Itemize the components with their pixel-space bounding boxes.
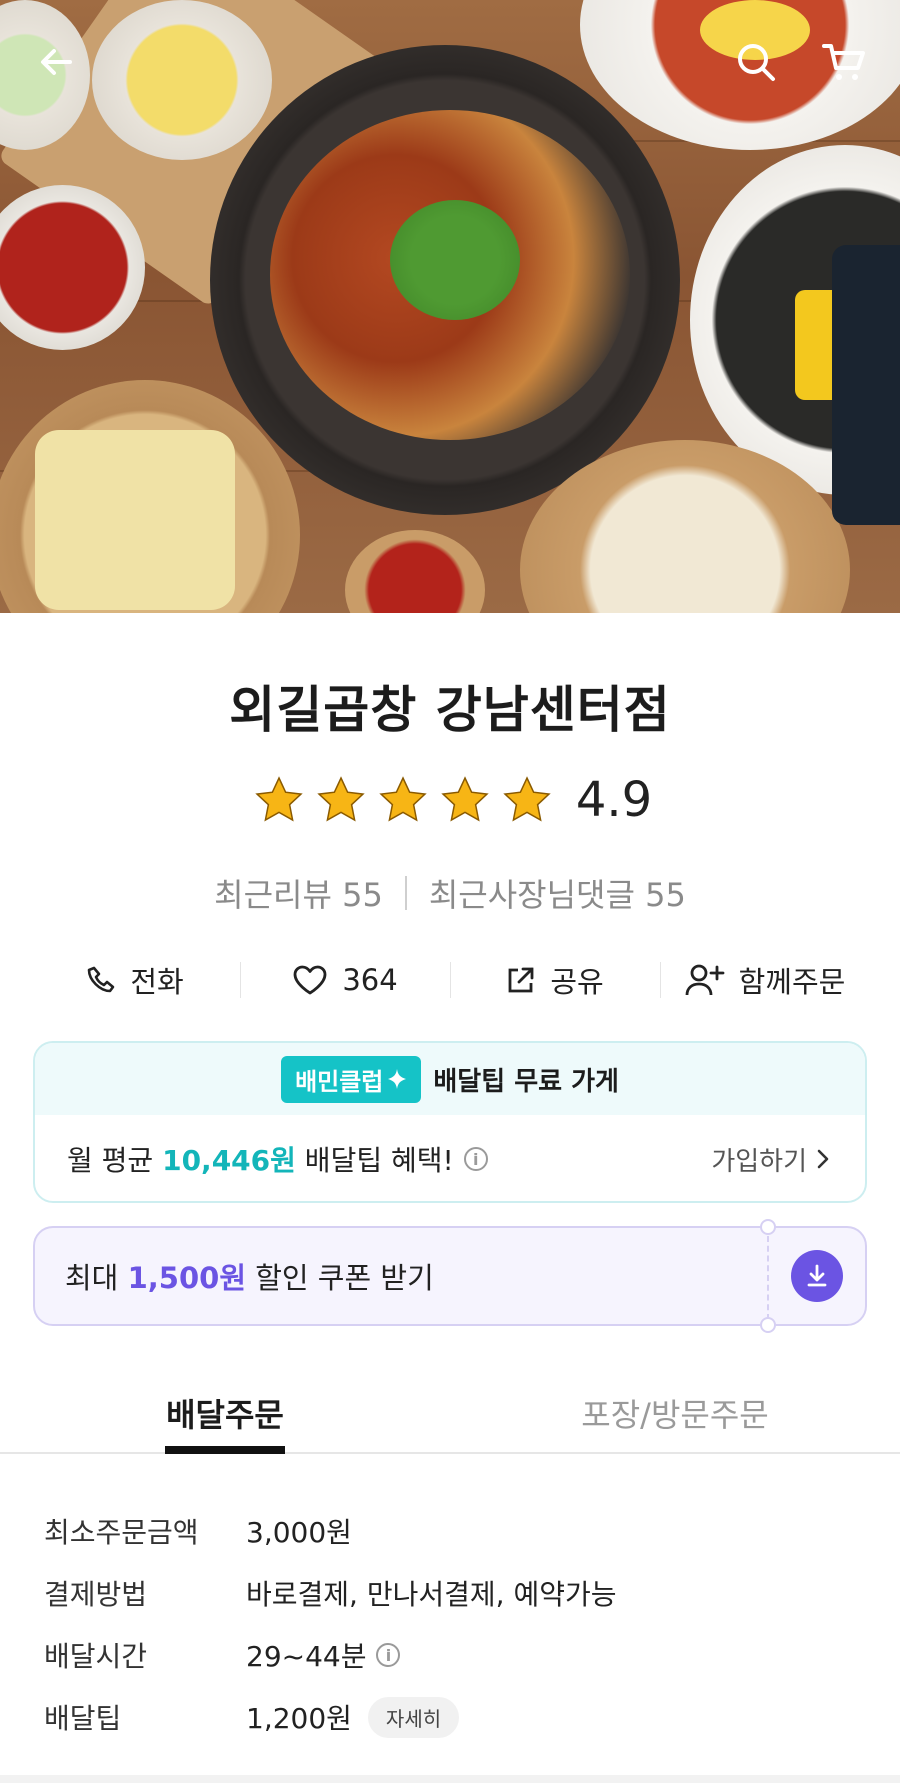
search-icon: [738, 44, 775, 81]
min-order-value: 3,000원: [246, 1516, 352, 1549]
delivery-time-value-wrap: 29~44분 i: [246, 1635, 401, 1675]
club-headline: 배달팁 무료 가게: [433, 1066, 619, 1097]
coupon-notch: [760, 1317, 776, 1333]
back-arrow-icon: [41, 49, 72, 75]
share-label: 공유: [550, 965, 604, 999]
club-join-label: 가입하기: [711, 1146, 807, 1177]
star-icon: [503, 776, 551, 822]
divider: [404, 876, 407, 910]
store-hero-image: [0, 0, 900, 613]
store-name: 외길곱창 강남센터점: [229, 681, 671, 739]
info-icon[interactable]: i: [376, 1643, 401, 1667]
club-benefit: 월 평균 10,446원 배달팁 혜택! i 가입하기: [35, 1115, 865, 1201]
phone-icon: [88, 966, 115, 993]
info-row-delivery-tip: 배달팁 1,200원 자세히: [44, 1686, 864, 1748]
delivery-time-label: 배달시간: [44, 1640, 148, 1673]
group-order-label: 함께주문: [738, 965, 846, 999]
share-icon: [508, 967, 534, 993]
order-type-tabs: 배달주문 포장/방문주문: [0, 1380, 900, 1454]
greens-topping: [390, 200, 520, 320]
coupon-suffix: 할인 쿠폰 받기: [246, 1261, 434, 1295]
back-button[interactable]: [28, 34, 84, 90]
star-icon: [317, 776, 365, 822]
payment-value: 바로결제, 만나서결제, 예약가능: [246, 1578, 617, 1611]
add-person-icon: [685, 964, 725, 996]
call-label: 전화: [130, 965, 184, 999]
coupon-notch: [760, 1219, 776, 1235]
coupon-divider: [767, 1236, 769, 1320]
delivery-tip-value: 1,200원: [246, 1702, 352, 1735]
like-count: 364: [342, 963, 398, 997]
tip-detail-button[interactable]: 자세히: [367, 1696, 460, 1738]
chevron-right-icon: [817, 1149, 829, 1169]
star-icon: [379, 776, 427, 822]
call-button[interactable]: 전화: [30, 950, 240, 1010]
coupon-download-button[interactable]: [791, 1250, 843, 1302]
delivery-info: 최소주문금액 3,000원 결제방법 바로결제, 만나서결제, 예약가능 배달시…: [44, 1500, 864, 1748]
delivery-tip-label: 배달팁: [44, 1702, 122, 1735]
min-order-label: 최소주문금액: [44, 1516, 199, 1549]
club-benefit-amount: 10,446원: [162, 1144, 296, 1177]
club-header: 배민클럽 배달팁 무료 가게: [35, 1043, 865, 1115]
club-benefit-prefix: 월 평균: [67, 1144, 163, 1177]
overlay-panel: [832, 245, 900, 525]
payment-label: 결제방법: [44, 1578, 148, 1611]
rating-row[interactable]: 4.9: [0, 770, 900, 830]
heart-icon: [293, 965, 327, 995]
cart-icon: [822, 44, 865, 80]
delivery-tip-value-wrap: 1,200원 자세히: [246, 1696, 460, 1738]
star-icon: [441, 776, 489, 822]
tab-delivery[interactable]: 배달주문: [0, 1380, 450, 1454]
search-button[interactable]: [728, 34, 784, 90]
baemin-club-banner[interactable]: 배민클럽 배달팁 무료 가게 월 평균 10,446원 배달팁 혜택! i 가입…: [33, 1041, 867, 1203]
download-icon: [807, 1264, 827, 1287]
club-benefit-suffix: 배달팁 혜택!: [295, 1144, 454, 1177]
section-divider: [0, 1775, 900, 1783]
egg-roll: [35, 430, 235, 610]
dip-bowl: [345, 530, 485, 613]
star-icon: [255, 776, 303, 822]
info-row-payment: 결제방법 바로결제, 만나서결제, 예약가능: [44, 1562, 864, 1624]
club-join-link[interactable]: 가입하기: [711, 1141, 833, 1178]
coupon-download-banner[interactable]: 최대 1,500원 할인 쿠폰 받기: [33, 1219, 867, 1333]
corn-bowl: [92, 0, 272, 160]
coupon-prefix: 최대: [65, 1261, 128, 1295]
recent-reviews-link[interactable]: 최근리뷰 55: [214, 870, 383, 916]
share-button[interactable]: 공유: [450, 950, 660, 1010]
cart-button[interactable]: [816, 34, 872, 90]
club-badge: 배민클럽: [281, 1055, 422, 1103]
group-order-button[interactable]: 함께주문: [660, 950, 870, 1010]
coupon-amount: 1,500원: [127, 1261, 247, 1295]
tab-pickup[interactable]: 포장/방문주문: [450, 1380, 900, 1452]
sparkle-icon: [388, 1069, 407, 1089]
review-summary: 최근리뷰 55 최근사장님댓글 55: [0, 870, 900, 916]
like-button[interactable]: 364: [240, 950, 450, 1010]
delivery-time-value: 29~44분: [246, 1640, 367, 1673]
owner-replies-link[interactable]: 최근사장님댓글 55: [429, 870, 686, 916]
rating-value: 4.9: [575, 772, 653, 828]
info-row-min-order: 최소주문금액 3,000원: [44, 1500, 864, 1562]
club-badge-label: 배민클럽: [295, 1067, 384, 1096]
info-row-delivery-time: 배달시간 29~44분 i: [44, 1624, 864, 1686]
store-actions: 전화 364 공유 함께주문: [30, 950, 870, 1010]
info-icon[interactable]: i: [463, 1147, 488, 1171]
